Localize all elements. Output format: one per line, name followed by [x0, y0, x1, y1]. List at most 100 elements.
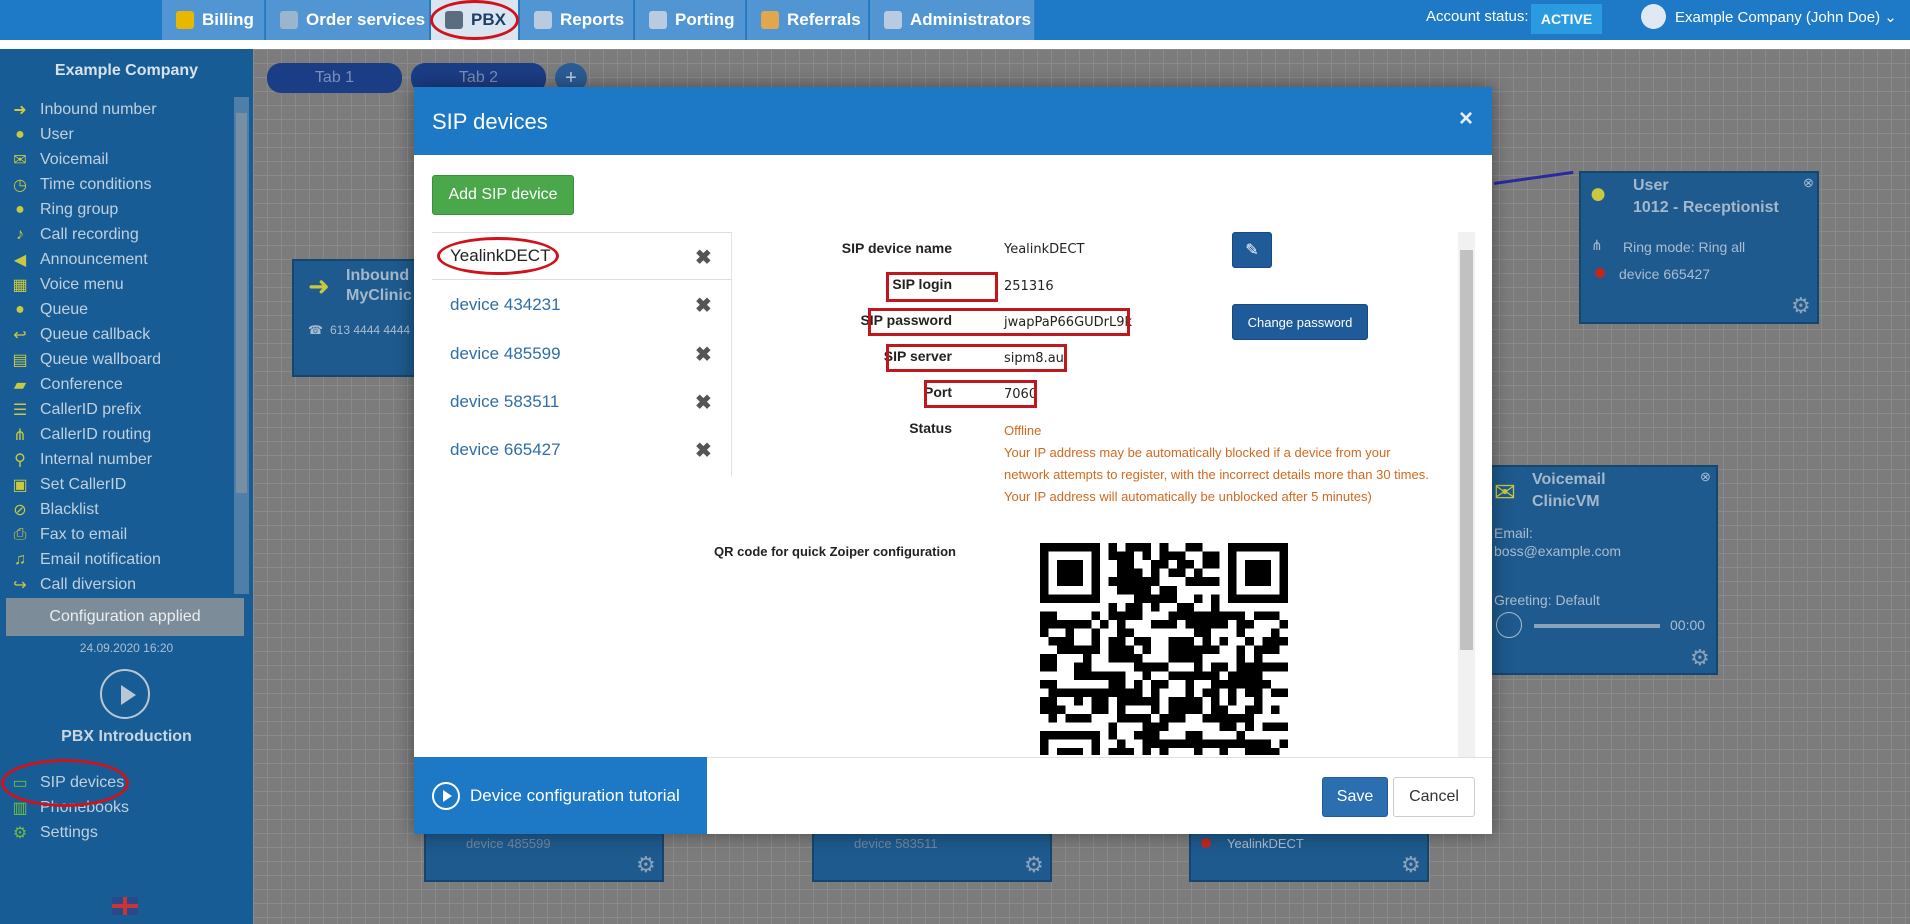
sidebar-item-label: Call diversion	[40, 576, 137, 593]
sidebar-scrollbar[interactable]	[234, 97, 249, 594]
qr-module	[1116, 696, 1126, 706]
qr-module	[1211, 611, 1220, 620]
device-node-3-label: YealinkDECT	[1227, 836, 1304, 851]
device-list-item[interactable]: device 434231 ✖	[432, 281, 732, 329]
user-node[interactable]: ● User 1012 - Receptionist ⊗ ⋔ Ring mode…	[1579, 171, 1819, 324]
user-avatar-icon[interactable]	[1641, 4, 1666, 29]
qr-module	[1219, 662, 1229, 672]
qr-module	[1219, 637, 1229, 646]
sidebar-item-callerid-prefix[interactable]: ☰ CallerID prefix	[10, 398, 142, 422]
add-sip-device-button[interactable]: Add SIP device	[432, 175, 574, 215]
play-intro-icon[interactable]	[100, 669, 150, 719]
device-node-2[interactable]: device 583511 ⚙	[812, 830, 1052, 882]
sidebar-item-conference[interactable]: ▰ Conference	[10, 373, 123, 397]
sidebar-item-voicemail[interactable]: ✉ Voicemail	[10, 148, 108, 172]
sidebar-item-queue-wallboard[interactable]: ▤ Queue wallboard	[10, 348, 161, 372]
qr-module	[1151, 722, 1160, 732]
qr-module	[1279, 739, 1288, 749]
tab-reports-label: Reports	[560, 10, 625, 29]
grid-icon: ▦	[12, 277, 28, 294]
qr-module	[1151, 696, 1160, 706]
remove-icon[interactable]: ✖	[695, 293, 712, 318]
referrals-icon	[761, 11, 779, 29]
play-icon[interactable]	[1496, 612, 1522, 638]
sidebar-scroll-thumb[interactable]	[236, 113, 247, 493]
save-button[interactable]: Save	[1322, 777, 1388, 817]
qr-module	[1176, 645, 1186, 655]
remove-icon[interactable]: ✖	[695, 390, 712, 415]
sidebar-item-user[interactable]: ● User	[10, 123, 74, 147]
canvas-tab-1[interactable]: Tab 1	[267, 63, 402, 93]
qr-module	[1082, 671, 1092, 680]
sidebar-item-settings[interactable]: ⚙ Settings	[10, 821, 98, 845]
qr-module	[1099, 688, 1109, 697]
close-icon[interactable]: ⊗	[1700, 469, 1711, 485]
edit-button[interactable]: ✎	[1232, 232, 1272, 268]
gear-icon[interactable]: ⚙	[1791, 293, 1811, 319]
sidebar-item-email-notification[interactable]: ♫ Email notification	[10, 548, 161, 572]
sip-device-name-label: SIP device name	[841, 240, 952, 256]
sidebar-item-ring-group[interactable]: ● Ring group	[10, 198, 118, 222]
tab-porting[interactable]: Porting	[635, 0, 746, 40]
sidebar-item-set-callerid[interactable]: ▣ Set CallerID	[10, 473, 126, 497]
remove-icon[interactable]: ✖	[695, 342, 712, 367]
sidebar-item-fax-to-email[interactable]: ⎙ Fax to email	[10, 523, 128, 547]
qr-module	[1159, 722, 1169, 732]
sidebar-item-call-recording[interactable]: ♪ Call recording	[10, 223, 139, 247]
user-menu[interactable]: Example Company (John Doe) ⌄	[1675, 8, 1897, 26]
sidebar-item-queue-callback[interactable]: ↩ Queue callback	[10, 323, 150, 347]
qr-module	[1211, 577, 1220, 586]
device-node-1[interactable]: device 485599 ⚙	[424, 830, 664, 882]
change-password-button[interactable]: Change password	[1232, 304, 1368, 340]
qr-module	[1270, 637, 1280, 646]
qr-module	[1253, 696, 1263, 706]
qr-module	[1108, 645, 1117, 655]
tab-administrators[interactable]: Administrators	[870, 0, 1035, 40]
sidebar-item-time-conditions[interactable]: ◷ Time conditions	[10, 173, 151, 197]
qr-module	[1151, 705, 1160, 715]
close-icon[interactable]: ×	[1459, 105, 1473, 133]
sidebar-item-callerid-routing[interactable]: ⋔ CallerID routing	[10, 423, 151, 447]
sidebar-item-announcement[interactable]: ◀ Announcement	[10, 248, 148, 272]
qr-module	[1048, 662, 1058, 672]
cancel-button[interactable]: Cancel	[1393, 777, 1475, 817]
remove-icon[interactable]: ✖	[695, 245, 712, 270]
gear-icon[interactable]: ⚙	[636, 852, 656, 878]
uk-flag-icon[interactable]	[112, 897, 138, 915]
tab-referrals[interactable]: Referrals	[747, 0, 869, 40]
gear-icon[interactable]: ⚙	[1690, 645, 1710, 671]
tab-billing[interactable]: Billing	[162, 0, 265, 40]
modal-scroll-thumb[interactable]	[1460, 250, 1473, 650]
sidebar-item-internal-number[interactable]: ⚲ Internal number	[10, 448, 152, 472]
voicemail-node[interactable]: ✉ Voicemail ClinicVM ⊗ Email: boss@examp…	[1488, 465, 1718, 675]
qr-module	[1228, 696, 1237, 706]
sidebar-item-voice-menu[interactable]: ▦ Voice menu	[10, 273, 123, 297]
gear-icon[interactable]: ⚙	[1401, 852, 1421, 878]
play-icon[interactable]	[432, 782, 460, 810]
device-list-item[interactable]: device 583511 ✖	[432, 378, 732, 426]
qr-module	[1211, 594, 1220, 603]
gear-icon[interactable]: ⚙	[1024, 852, 1044, 878]
inbound-node[interactable]: ➜ Inbound MyClinic ☎ 613 4444 4444	[292, 259, 422, 377]
status-dot-icon	[1201, 838, 1211, 848]
top-divider	[0, 40, 1910, 49]
voicemail-email: boss@example.com	[1494, 543, 1622, 559]
tab-reports[interactable]: Reports	[520, 0, 634, 40]
audio-progress[interactable]	[1534, 624, 1660, 628]
tab-order-services[interactable]: Order services	[266, 0, 430, 40]
qr-module	[1236, 662, 1246, 672]
close-icon[interactable]: ⊗	[1803, 175, 1814, 191]
remove-icon[interactable]: ✖	[695, 438, 712, 463]
sidebar-item-inbound-number[interactable]: ➜ Inbound number	[10, 98, 156, 122]
sidebar-item-call-diversion[interactable]: ↪ Call diversion	[10, 573, 136, 597]
device-list-item[interactable]: device 485599 ✖	[432, 330, 732, 378]
sidebar-item-blacklist[interactable]: ⊘ Blacklist	[10, 498, 98, 522]
sidebar-item-queue[interactable]: ● Queue	[10, 298, 88, 322]
qr-module	[1185, 739, 1194, 749]
device-node-3[interactable]: YealinkDECT ⚙	[1189, 830, 1429, 882]
qr-module	[1262, 611, 1271, 620]
qr-module	[1116, 628, 1126, 638]
modal-scrollbar[interactable]	[1458, 232, 1475, 757]
qr-module	[1176, 705, 1186, 715]
device-list-item[interactable]: device 665427 ✖	[432, 426, 732, 474]
